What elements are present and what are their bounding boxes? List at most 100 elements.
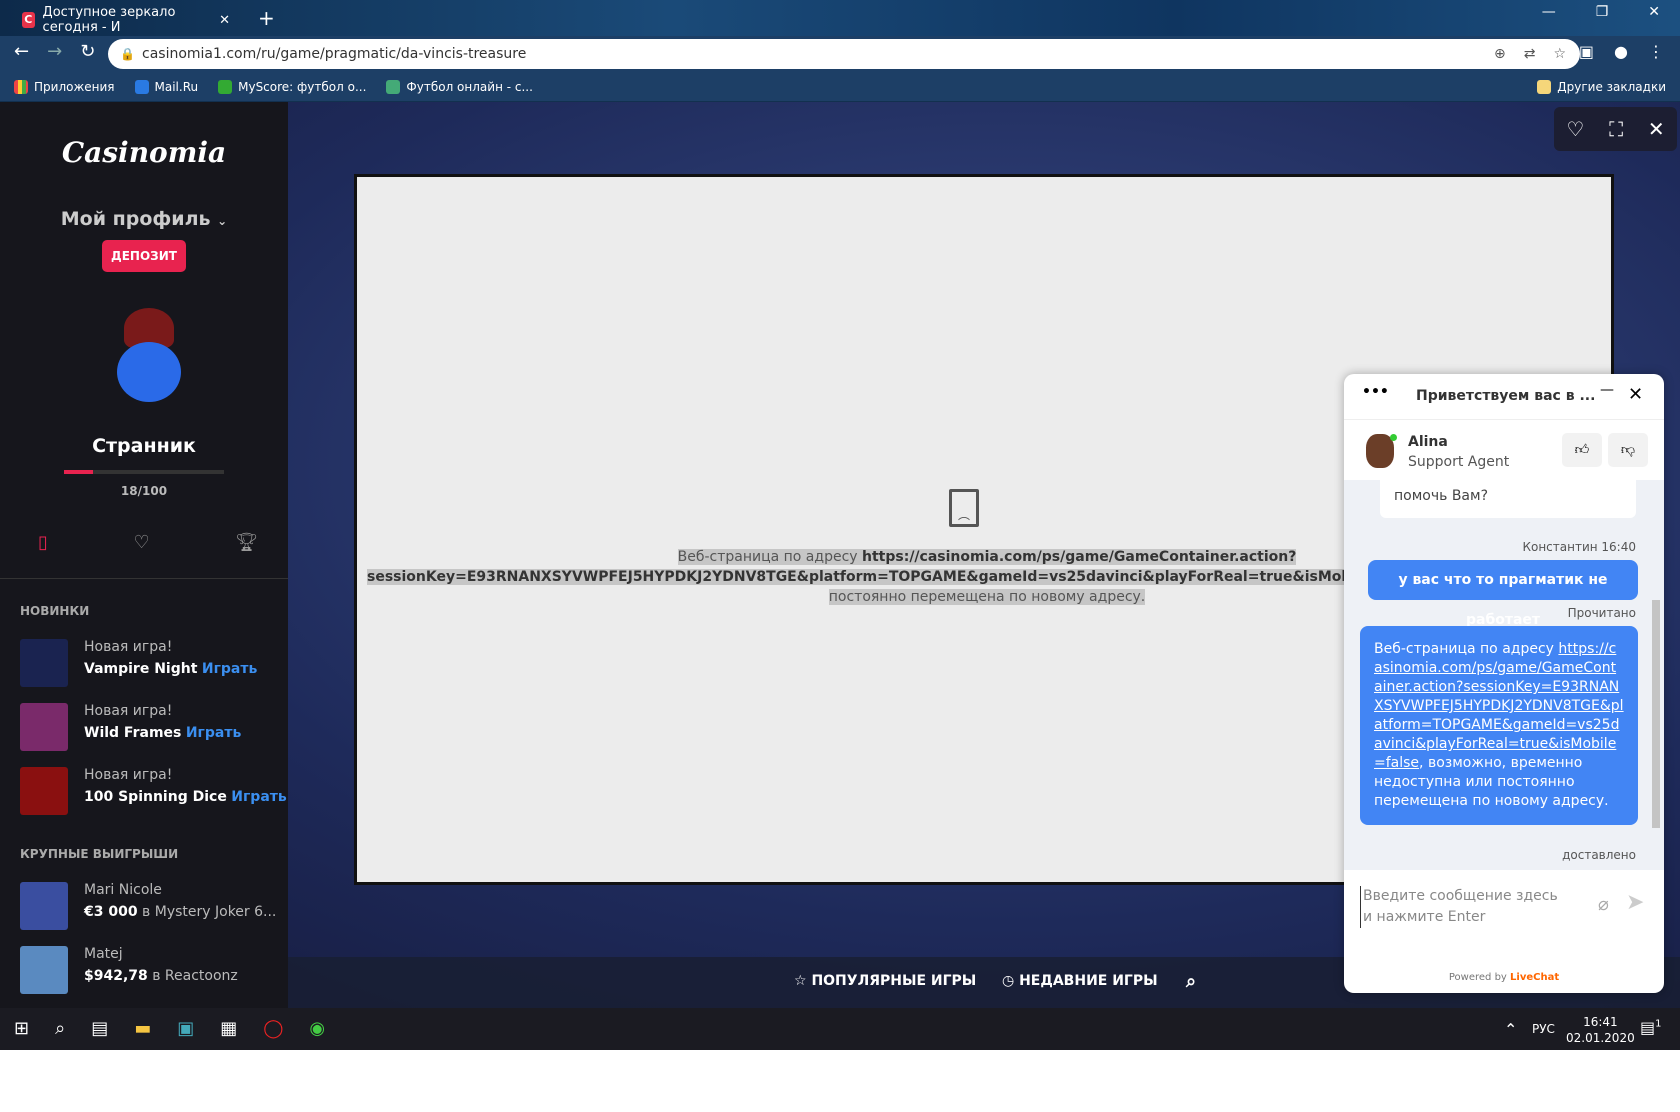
message-text: помочь Вам? <box>1394 488 1488 504</box>
forward-icon[interactable]: → <box>47 41 62 62</box>
win-amount: $942,78 <box>84 968 148 984</box>
minimize-icon[interactable]: — <box>1542 4 1556 20</box>
menu-icon[interactable]: ⋮ <box>1648 42 1664 61</box>
notification-count: 1 <box>1655 1018 1662 1030</box>
bookmark-apps[interactable]: Приложения <box>14 79 115 94</box>
lock-icon: 🔒 <box>120 47 135 61</box>
profile-dropdown[interactable]: Мой профиль ⌄ <box>0 208 288 230</box>
bookmark-label: Mail.Ru <box>154 79 199 94</box>
clock-icon: ◷ <box>1002 973 1015 989</box>
sidebar: Casinomia Мой профиль ⌄ ДЕПОЗИТ Странник… <box>0 102 288 1008</box>
error-url: https://casinomia.com/ps/game/GameContai… <box>862 549 1297 565</box>
language-indicator[interactable]: РУС <box>1532 1022 1555 1036</box>
task-view-icon[interactable]: ▤ <box>91 1018 108 1039</box>
genie-avatar <box>114 308 184 418</box>
thumbs-down-button[interactable]: 👎︎ <box>1608 433 1648 467</box>
url-text: casinomia1.com/ru/game/pragmatic/da-vinc… <box>142 46 527 62</box>
app-icon[interactable]: ▣ <box>177 1018 194 1039</box>
apps-grid-icon <box>14 79 28 94</box>
rank-title: Странник <box>92 435 196 457</box>
time: 16:41 <box>1583 1015 1618 1029</box>
game-tag: Новая игра! <box>84 703 173 719</box>
livechat-brand: LiveChat <box>1510 972 1560 983</box>
close-chat-icon[interactable]: ✕ <box>1628 384 1643 405</box>
new-game-item[interactable]: Новая игра! Wild Frames Играть <box>20 703 241 751</box>
bookmark-football[interactable]: Футбол онлайн - с... <box>386 79 533 94</box>
history-icon[interactable]: ▯ <box>38 532 48 553</box>
calculator-icon[interactable]: ▦ <box>220 1018 237 1039</box>
address-bar[interactable]: 🔒 casinomia1.com/ru/game/pragmatic/da-vin… <box>108 39 1580 69</box>
chat-title: Приветствуем вас в ... <box>1416 388 1596 404</box>
thumbs-up-button[interactable]: 👍︎ <box>1562 433 1602 467</box>
bookmark-label: MyScore: футбол о... <box>238 79 367 94</box>
search-icon[interactable]: ⌕ <box>1186 971 1196 992</box>
translate-icon[interactable]: ⇄ <box>1524 39 1536 69</box>
windows-taskbar: ⊞ ⌕ ▤ ▬ ▣ ▦ ◯ ◉ ⌃ РУС 16:41 02.01.2020 ▤1 <box>0 1008 1680 1050</box>
big-win-item[interactable]: Mari Nicole €3 000 в Mystery Joker 6... <box>20 882 276 930</box>
new-game-item[interactable]: Новая игра! 100 Spinning Dice Играть <box>20 767 287 815</box>
message-input[interactable]: Введите сообщение здесь и нажмите Enter … <box>1344 870 1664 940</box>
bookmarks-bar: Приложения Mail.Ru MyScore: футбол о... … <box>0 72 1680 102</box>
minimize-chat-icon[interactable]: — <box>1600 382 1614 398</box>
deposit-button[interactable]: ДЕПОЗИТ <box>102 240 186 272</box>
bookmark-star-icon[interactable]: ☆ <box>1553 39 1566 69</box>
casinomia-logo[interactable]: Casinomia <box>0 136 288 169</box>
livechat-widget: ••• Приветствуем вас в ... — ✕ Alina Sup… <box>1344 374 1664 993</box>
opera-icon[interactable]: ◯ <box>263 1018 283 1039</box>
attachment-icon[interactable]: ⌀ <box>1598 894 1609 915</box>
bookmark-myscore[interactable]: MyScore: футбол о... <box>218 79 367 94</box>
clock[interactable]: 16:41 02.01.2020 <box>1566 1014 1635 1046</box>
restore-icon[interactable]: ❐ <box>1596 4 1609 20</box>
new-games-heading: НОВИНКИ <box>20 604 90 618</box>
favorite-heart-icon[interactable]: ♡ <box>1566 117 1584 141</box>
fullscreen-icon[interactable]: ⛶ <box>1609 117 1623 141</box>
favorites-heart-icon[interactable]: ♡ <box>133 532 149 553</box>
reload-icon[interactable]: ↻ <box>80 41 95 62</box>
play-link[interactable]: Играть <box>186 725 241 741</box>
user-message: у вас что то прагматик не работает <box>1368 560 1638 628</box>
game-name: 100 Spinning Dice <box>84 789 227 805</box>
close-window-icon[interactable]: ✕ <box>1648 4 1660 20</box>
game-thumbnail <box>20 882 68 930</box>
chrome-icon[interactable]: ◉ <box>309 1018 325 1039</box>
browser-tab[interactable]: C Доступное зеркало сегодня - И ✕ <box>10 4 250 36</box>
play-link[interactable]: Играть <box>202 661 257 677</box>
big-win-item[interactable]: Matej $942,78 в Reactoonz <box>20 946 238 994</box>
zoom-icon[interactable]: ⊕ <box>1494 39 1506 69</box>
win-game: в Mystery Joker 6... <box>142 904 277 920</box>
tray-chevron-icon[interactable]: ⌃ <box>1504 1020 1517 1039</box>
error-url: sessionKey=E93RNANXSYVWPFEJ5HYPDKJ2YDNV8… <box>367 569 1421 585</box>
profile-avatar-icon[interactable]: ● <box>1614 42 1628 61</box>
send-icon[interactable]: ➤ <box>1626 890 1644 915</box>
agent-header: Alina Support Agent 👍︎ 👎︎ <box>1344 420 1664 480</box>
new-tab-button[interactable]: + <box>258 6 275 30</box>
tab-title: Доступное зеркало сегодня - И <box>42 5 176 35</box>
new-game-item[interactable]: Новая игра! Vampire Night Играть <box>20 639 257 687</box>
game-thumbnail <box>20 703 68 751</box>
play-link[interactable]: Играть <box>231 789 286 805</box>
extension-icon[interactable]: ▣ <box>1579 42 1594 61</box>
popular-games-button[interactable]: ☆ ПОПУЛЯРНЫЕ ИГРЫ <box>794 973 976 989</box>
recent-games-button[interactable]: ◷ НЕДАВНИЕ ИГРЫ <box>1002 973 1158 989</box>
powered-by[interactable]: Powered by LiveChat <box>1344 972 1664 983</box>
close-tab-icon[interactable]: ✕ <box>219 13 230 28</box>
message-placeholder: Введите сообщение здесь и нажмите Enter <box>1360 886 1570 928</box>
other-bookmarks[interactable]: Другие закладки <box>1537 79 1680 94</box>
back-icon[interactable]: ← <box>14 41 29 62</box>
close-game-icon[interactable]: ✕ <box>1648 117 1665 141</box>
trophy-icon[interactable]: 🏆︎ <box>235 532 258 553</box>
big-wins-heading: КРУПНЫЕ ВЫИГРЫШИ <box>20 847 179 861</box>
message-list[interactable]: помочь Вам? Константин 16:40 у вас что т… <box>1344 470 1664 870</box>
bookmark-mailru[interactable]: Mail.Ru <box>134 79 199 94</box>
game-name: Wild Frames <box>84 725 182 741</box>
myscore-icon <box>218 79 233 94</box>
browser-tab-bar: C Доступное зеркало сегодня - И ✕ + — ❐ ✕ <box>0 0 1680 36</box>
file-explorer-icon[interactable]: ▬ <box>134 1018 151 1039</box>
windows-start-icon[interactable]: ⊞ <box>14 1018 29 1039</box>
game-tag: Новая игра! <box>84 767 173 783</box>
taskbar-search-icon[interactable]: ⌕ <box>55 1018 65 1039</box>
more-options-icon[interactable]: ••• <box>1362 384 1389 400</box>
chat-scrollbar[interactable] <box>1652 600 1660 828</box>
notification-center-icon[interactable]: ▤1 <box>1640 1018 1662 1037</box>
message-link[interactable]: https://casinomia.com/ps/game/GameContai… <box>1374 641 1624 771</box>
